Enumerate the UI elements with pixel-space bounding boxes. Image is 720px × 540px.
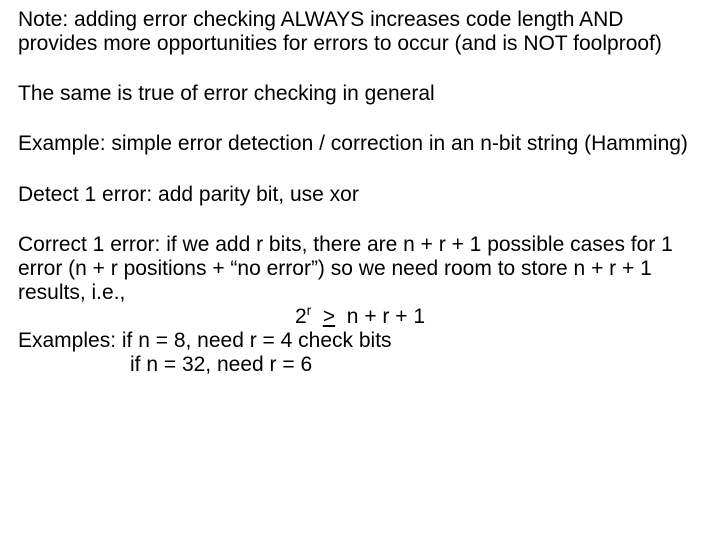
spacer [18, 207, 702, 233]
note-paragraph: Note: adding error checking ALWAYS incre… [18, 8, 702, 56]
spacer [18, 106, 702, 132]
formula-operator: > [323, 305, 335, 328]
correct-one-error: Correct 1 error: if we add r bits, there… [18, 233, 702, 305]
formula-base: 2 [295, 305, 307, 328]
example-intro: Example: simple error detection / correc… [18, 132, 702, 156]
examples-n8: Examples: if n = 8, need r = 4 check bit… [18, 329, 702, 353]
slide: Note: adding error checking ALWAYS incre… [0, 0, 720, 540]
general-statement: The same is true of error checking in ge… [18, 82, 702, 106]
formula-rhs: n + r + 1 [335, 305, 425, 328]
spacer [18, 157, 702, 183]
hamming-inequality: 2r > n + r + 1 [18, 305, 702, 329]
spacer [18, 56, 702, 82]
examples-n32: if n = 32, need r = 6 [18, 353, 702, 377]
detect-one-error: Detect 1 error: add parity bit, use xor [18, 183, 702, 207]
formula-gap [311, 305, 323, 328]
